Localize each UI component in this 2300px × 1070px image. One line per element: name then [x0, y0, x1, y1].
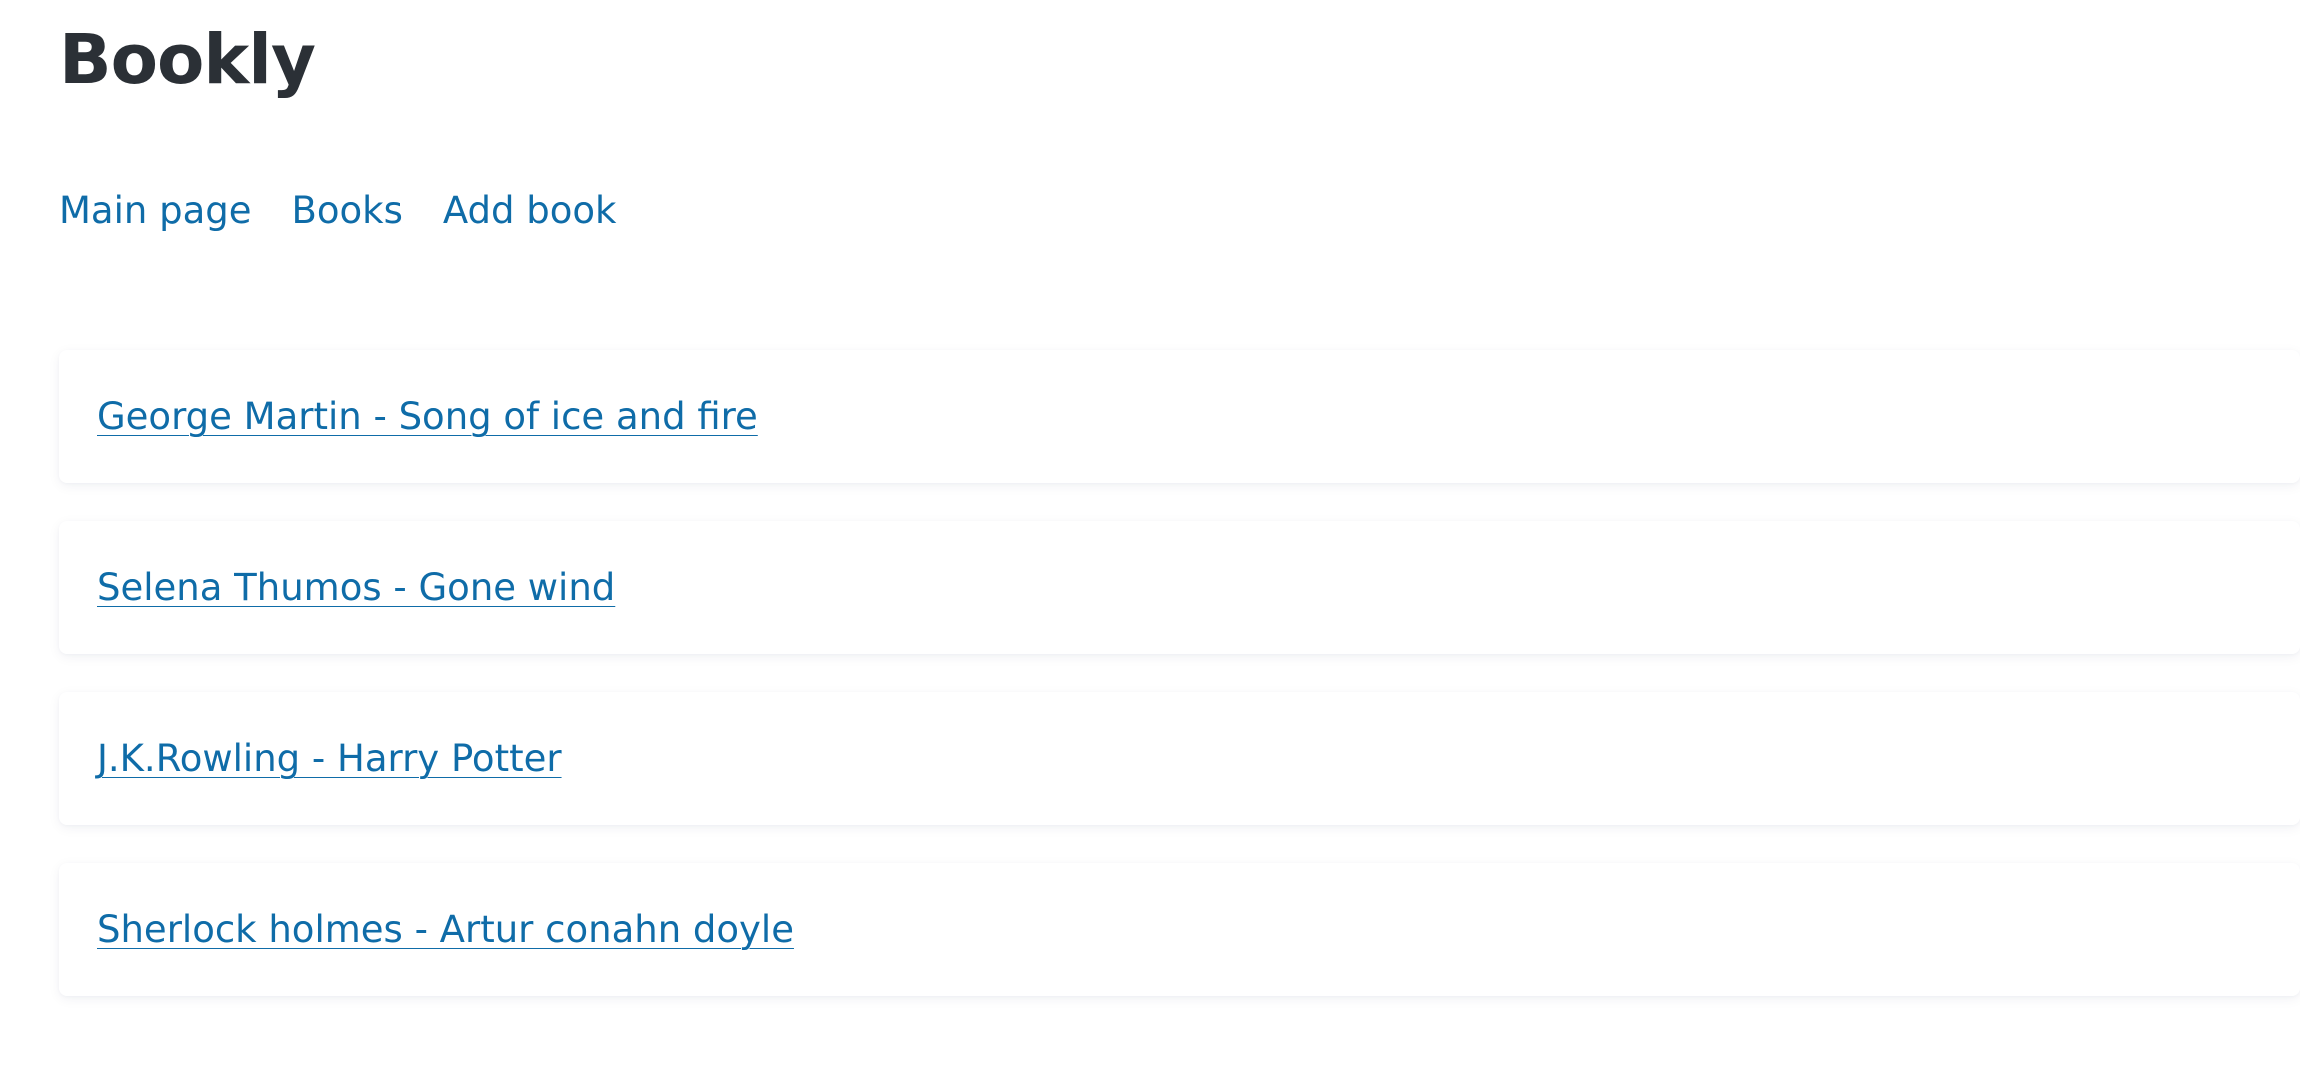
nav-link-main-page[interactable]: Main page [59, 184, 252, 238]
app-title: Bookly [59, 20, 316, 100]
book-list-item: Sherlock holmes - Artur conahn doyle [59, 863, 2300, 996]
book-link[interactable]: J.K.Rowling - Harry Potter [97, 737, 562, 780]
book-list-item: George Martin - Song of ice and fire [59, 350, 2300, 483]
nav-link-add-book[interactable]: Add book [443, 184, 617, 238]
book-list-item: J.K.Rowling - Harry Potter [59, 692, 2300, 825]
book-link[interactable]: Selena Thumos - Gone wind [97, 566, 615, 609]
book-list: George Martin - Song of ice and fire Sel… [0, 270, 2300, 1070]
book-link[interactable]: George Martin - Song of ice and fire [97, 395, 758, 438]
page: Bookly Main page Books Add book George M… [0, 0, 2300, 1070]
book-link[interactable]: Sherlock holmes - Artur conahn doyle [97, 908, 794, 951]
nav-link-books[interactable]: Books [292, 184, 403, 238]
book-list-item: Selena Thumos - Gone wind [59, 521, 2300, 654]
main-nav: Main page Books Add book [59, 184, 2300, 238]
